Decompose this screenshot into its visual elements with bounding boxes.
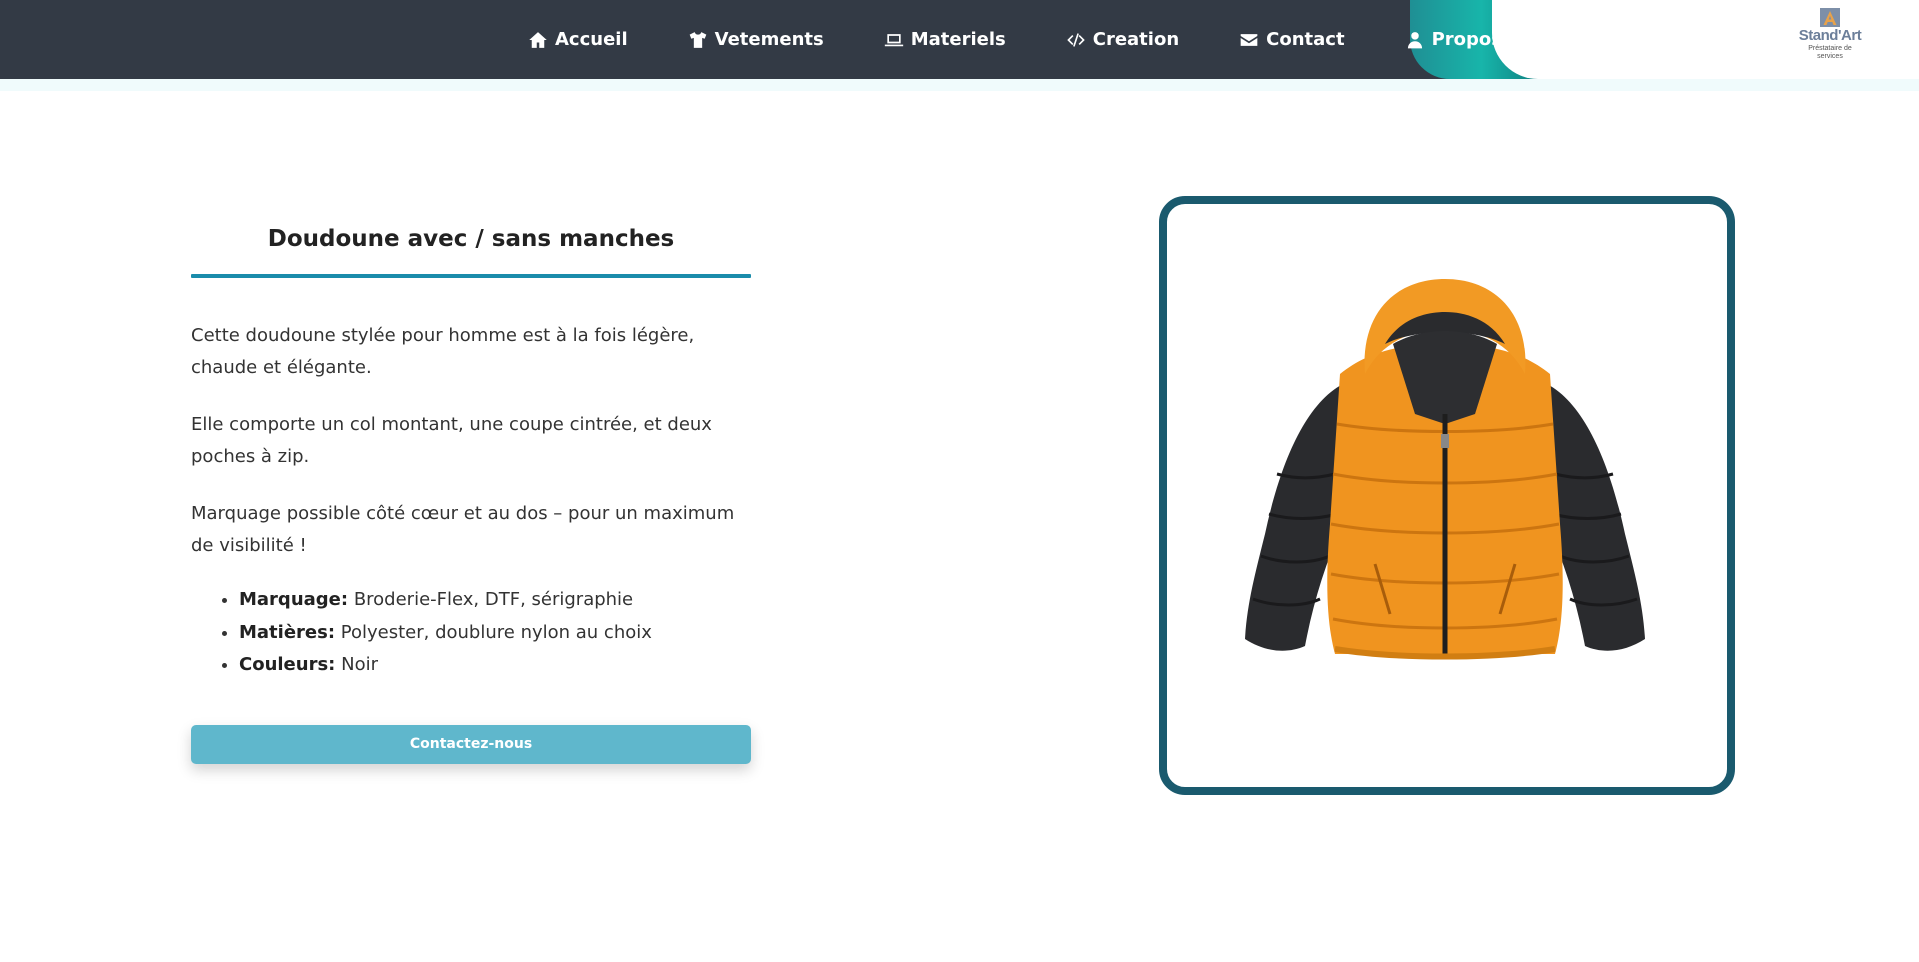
nav-label: Accueil — [555, 29, 628, 50]
spec-item-couleurs: Couleurs: Noir — [239, 649, 751, 682]
description-paragraph: Cette doudoune stylée pour homme est à l… — [191, 325, 695, 378]
spec-item-matieres: Matières: Polyester, doublure nylon au c… — [239, 617, 751, 650]
spec-item-marquage: Marquage: Broderie-Flex, DTF, sérigraphi… — [239, 584, 751, 617]
nav-item-materiels[interactable]: Materiels — [883, 29, 1006, 51]
product-title: Doudoune avec / sans manches — [267, 226, 675, 252]
spec-value: Broderie-Flex, DTF, sérigraphie — [353, 589, 634, 610]
laptop-icon — [883, 29, 905, 51]
site-logo[interactable]: Stand'Art Préstataire de services — [1782, 8, 1878, 68]
code-icon — [1065, 29, 1087, 51]
nav-item-creation[interactable]: Creation — [1065, 29, 1179, 51]
spec-key: Matières: — [239, 621, 336, 643]
spec-key: Marquage: — [239, 589, 349, 610]
user-icon — [1404, 29, 1426, 51]
description-paragraph: Marquage possible côté cœur et au dos – … — [191, 503, 735, 556]
tshirt-icon — [687, 29, 709, 51]
nav-item-vetements[interactable]: Vetements — [687, 29, 824, 51]
logo-name: Stand'Art — [1798, 27, 1862, 44]
nav-label: Contact — [1266, 29, 1345, 50]
contact-us-button[interactable]: Contactez-nous — [191, 724, 751, 764]
product-image-frame — [1159, 196, 1735, 795]
nav-label: Materiels — [910, 29, 1006, 50]
site-header: Accueil Vetements Materiels Creation Con… — [0, 0, 1919, 79]
main-nav: Accueil Vetements Materiels Creation Con… — [527, 0, 1502, 79]
logo-subtitle: Préstataire de services — [1808, 45, 1852, 60]
spec-list: Marquage: Broderie-Flex, DTF, sérigraphi… — [191, 584, 751, 682]
nav-label: Creation — [1092, 29, 1180, 50]
nav-item-accueil[interactable]: Accueil — [527, 29, 628, 51]
description-paragraph: Elle comporte un col montant, une coupe … — [191, 414, 712, 467]
logo-mark-icon — [1820, 8, 1840, 27]
spec-key: Couleurs: — [239, 654, 336, 675]
nav-item-propos[interactable]: Propos — [1404, 29, 1502, 51]
header-underline — [0, 79, 1919, 91]
puffer-jacket-image — [1245, 279, 1645, 660]
title-divider — [191, 274, 751, 278]
nav-label: Vetements — [714, 29, 824, 50]
product-description: Doudoune avec / sans manches Cette doudo… — [191, 220, 751, 764]
spec-value: Noir — [341, 654, 378, 675]
spec-value: Polyester, doublure nylon au choix — [340, 621, 652, 643]
nav-item-contact[interactable]: Contact — [1238, 29, 1345, 51]
envelope-icon — [1238, 29, 1260, 51]
nav-label: Propos — [1431, 29, 1502, 50]
home-icon — [527, 29, 549, 51]
